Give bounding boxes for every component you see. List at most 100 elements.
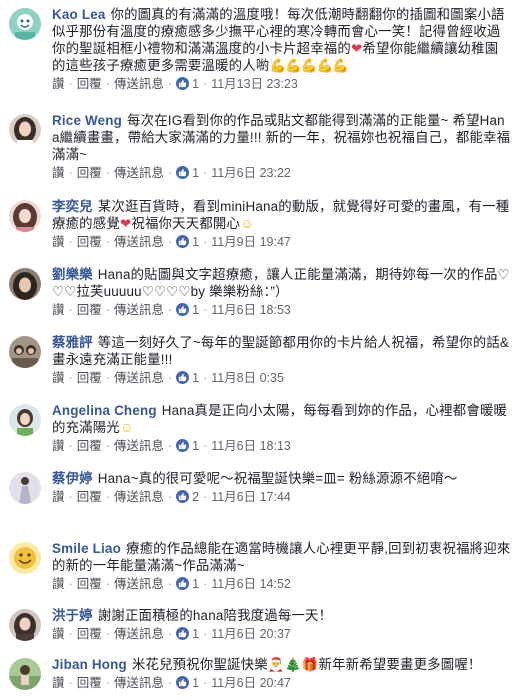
send-message-button[interactable]: 傳送訊息 — [114, 490, 164, 504]
send-message-button[interactable]: 傳送訊息 — [114, 577, 164, 591]
like-count[interactable]: 1 — [192, 577, 199, 591]
author-name[interactable]: Rice Weng — [52, 113, 122, 128]
like-button[interactable]: 讚 — [52, 77, 65, 91]
timestamp[interactable]: 11月6日 20:37 — [211, 627, 291, 641]
like-count[interactable]: 1 — [192, 627, 199, 641]
like-count[interactable]: 1 — [192, 166, 199, 180]
avatar[interactable] — [9, 472, 41, 504]
like-icon[interactable] — [176, 627, 190, 640]
send-message-button[interactable]: 傳送訊息 — [114, 627, 164, 641]
like-count[interactable]: 1 — [192, 303, 199, 317]
send-message-button[interactable]: 傳送訊息 — [114, 77, 164, 91]
author-name[interactable]: 洪于婷 — [52, 608, 93, 623]
author-name[interactable]: 劉樂樂 — [52, 267, 93, 282]
reply-button[interactable]: 回覆 — [77, 627, 102, 641]
santa-emoji-icon: 🎅 — [267, 657, 285, 672]
author-name[interactable]: 李奕兒 — [52, 199, 93, 214]
like-icon[interactable] — [176, 490, 190, 503]
comment-body: Rice Weng 每次在IG看到你的作品或貼文都能得到滿滿的正能量~ 希望Han… — [52, 112, 511, 181]
timestamp[interactable]: 11月6日 17:44 — [211, 490, 291, 504]
like-count[interactable]: 1 — [192, 371, 199, 385]
comment-body: Angelina Cheng Hana真是正向小太陽，每每看到妳的作品，心裡都會暖… — [52, 402, 511, 454]
timestamp[interactable]: 11月6日 18:53 — [211, 303, 291, 317]
avatar[interactable] — [9, 336, 41, 368]
like-count[interactable]: 1 — [192, 439, 199, 453]
like-button[interactable]: 讚 — [52, 371, 65, 385]
avatar[interactable] — [9, 114, 41, 146]
comment-actions: 讚 · 回覆 · 傳送訊息 · 1 · 11月6日 14:52 — [52, 577, 291, 591]
author-name[interactable]: Angelina Cheng — [52, 403, 157, 418]
like-icon[interactable] — [176, 303, 190, 316]
reply-button[interactable]: 回覆 — [77, 577, 102, 591]
like-button[interactable]: 讚 — [52, 490, 65, 504]
send-message-button[interactable]: 傳送訊息 — [114, 166, 164, 180]
comment-text: Angelina Cheng Hana真是正向小太陽，每每看到妳的作品，心裡都會暖… — [52, 403, 508, 435]
author-name[interactable]: Kao Lea — [52, 7, 106, 22]
like-icon[interactable] — [176, 577, 190, 590]
gift-emoji-icon: 🎁 — [301, 657, 319, 672]
comment-text: Jiban Hong 米花兒預祝你聖誕快樂🎅🎄🎁新年新希望要畫更多圖喔！ — [52, 657, 482, 672]
send-message-button[interactable]: 傳送訊息 — [114, 676, 164, 690]
like-count[interactable]: 2 — [192, 490, 199, 504]
comment-text: 蔡伊婷 Hana~真的很可愛呢～祝福聖誕快樂=皿= 粉絲源源不絕唷～ — [52, 471, 458, 486]
like-icon[interactable] — [176, 676, 190, 689]
like-icon[interactable] — [176, 371, 190, 384]
timestamp[interactable]: 11月6日 18:13 — [211, 439, 291, 453]
comment-text: 劉樂樂 Hana的貼圖與文字超療癒，讓人正能量滿滿，期待妳每一次的作品♡♡♡拉芙u… — [52, 267, 510, 299]
timestamp[interactable]: 11月13日 23:23 — [211, 77, 298, 91]
comment-text: 李奕兒 某次逛百貨時，看到miniHana的動版，就覺得好可愛的畫風，有一種療癒的… — [52, 199, 510, 231]
timestamp[interactable]: 11月9日 19:47 — [211, 235, 291, 249]
avatar[interactable] — [9, 542, 41, 574]
comment-body: Jiban Hong 米花兒預祝你聖誕快樂🎅🎄🎁新年新希望要畫更多圖喔！ 讚 · 回覆… — [52, 656, 511, 691]
reply-button[interactable]: 回覆 — [77, 371, 102, 385]
like-button[interactable]: 讚 — [52, 235, 65, 249]
reply-button[interactable]: 回覆 — [77, 439, 102, 453]
avatar[interactable] — [9, 200, 41, 232]
send-message-button[interactable]: 傳送訊息 — [114, 439, 164, 453]
comment-actions: 讚 · 回覆 · 傳送訊息 · 1 · 11月6日 20:37 — [52, 627, 291, 641]
reply-button[interactable]: 回覆 — [77, 303, 102, 317]
like-button[interactable]: 讚 — [52, 439, 65, 453]
like-button[interactable]: 讚 — [52, 166, 65, 180]
author-name[interactable]: 蔡伊婷 — [52, 471, 93, 486]
tree-emoji-icon: 🎄 — [284, 657, 302, 672]
like-icon[interactable] — [176, 439, 190, 452]
avatar[interactable] — [9, 8, 41, 40]
reply-button[interactable]: 回覆 — [77, 676, 102, 690]
like-icon[interactable] — [176, 235, 190, 248]
comment-text: Kao Lea 你的圖真的有滿滿的溫度哦！每次低潮時翻翻你的插圖和圖案小語 似乎那… — [52, 7, 505, 73]
heart-icon: ❤ — [351, 41, 363, 56]
comment-text: Rice Weng 每次在IG看到你的作品或貼文都能得到滿滿的正能量~ 希望Han… — [52, 113, 511, 162]
like-count[interactable]: 1 — [192, 235, 199, 249]
like-button[interactable]: 讚 — [52, 627, 65, 641]
like-button[interactable]: 讚 — [52, 676, 65, 690]
timestamp[interactable]: 11月6日 20:47 — [211, 676, 291, 690]
send-message-button[interactable]: 傳送訊息 — [114, 303, 164, 317]
avatar[interactable] — [9, 609, 41, 641]
like-button[interactable]: 讚 — [52, 577, 65, 591]
avatar[interactable] — [9, 658, 41, 690]
smile-emoji-icon: ☺ — [240, 216, 254, 231]
timestamp[interactable]: 11月6日 23:22 — [211, 166, 291, 180]
like-count[interactable]: 1 — [192, 676, 199, 690]
like-icon[interactable] — [176, 77, 190, 90]
timestamp[interactable]: 11月8日 0:35 — [211, 371, 284, 385]
comment-body: 蔡伊婷 Hana~真的很可愛呢～祝福聖誕快樂=皿= 粉絲源源不絕唷～ 讚 · 回覆 · 傳… — [52, 470, 511, 505]
comment-list: Kao Lea 你的圖真的有滿滿的溫度哦！每次低潮時翻翻你的插圖和圖案小語 似乎那… — [0, 0, 519, 698]
author-name[interactable]: Jiban Hong — [52, 657, 127, 672]
author-name[interactable]: 蔡雅評 — [52, 335, 93, 350]
author-name[interactable]: Smile Liao — [52, 541, 121, 556]
like-count[interactable]: 1 — [192, 77, 199, 91]
timestamp[interactable]: 11月6日 14:52 — [211, 577, 291, 591]
avatar[interactable] — [9, 404, 41, 436]
like-button[interactable]: 讚 — [52, 303, 65, 317]
reply-button[interactable]: 回覆 — [77, 77, 102, 91]
send-message-button[interactable]: 傳送訊息 — [114, 371, 164, 385]
reply-button[interactable]: 回覆 — [77, 166, 102, 180]
avatar[interactable] — [9, 268, 41, 300]
like-icon[interactable] — [176, 166, 190, 179]
comment-body: 洪于婷 謝謝正面積極的hana陪我度過每一天！ 讚 · 回覆 · 傳送訊息 · 1 · 11月6日… — [52, 607, 511, 642]
reply-button[interactable]: 回覆 — [77, 235, 102, 249]
reply-button[interactable]: 回覆 — [77, 490, 102, 504]
send-message-button[interactable]: 傳送訊息 — [114, 235, 164, 249]
